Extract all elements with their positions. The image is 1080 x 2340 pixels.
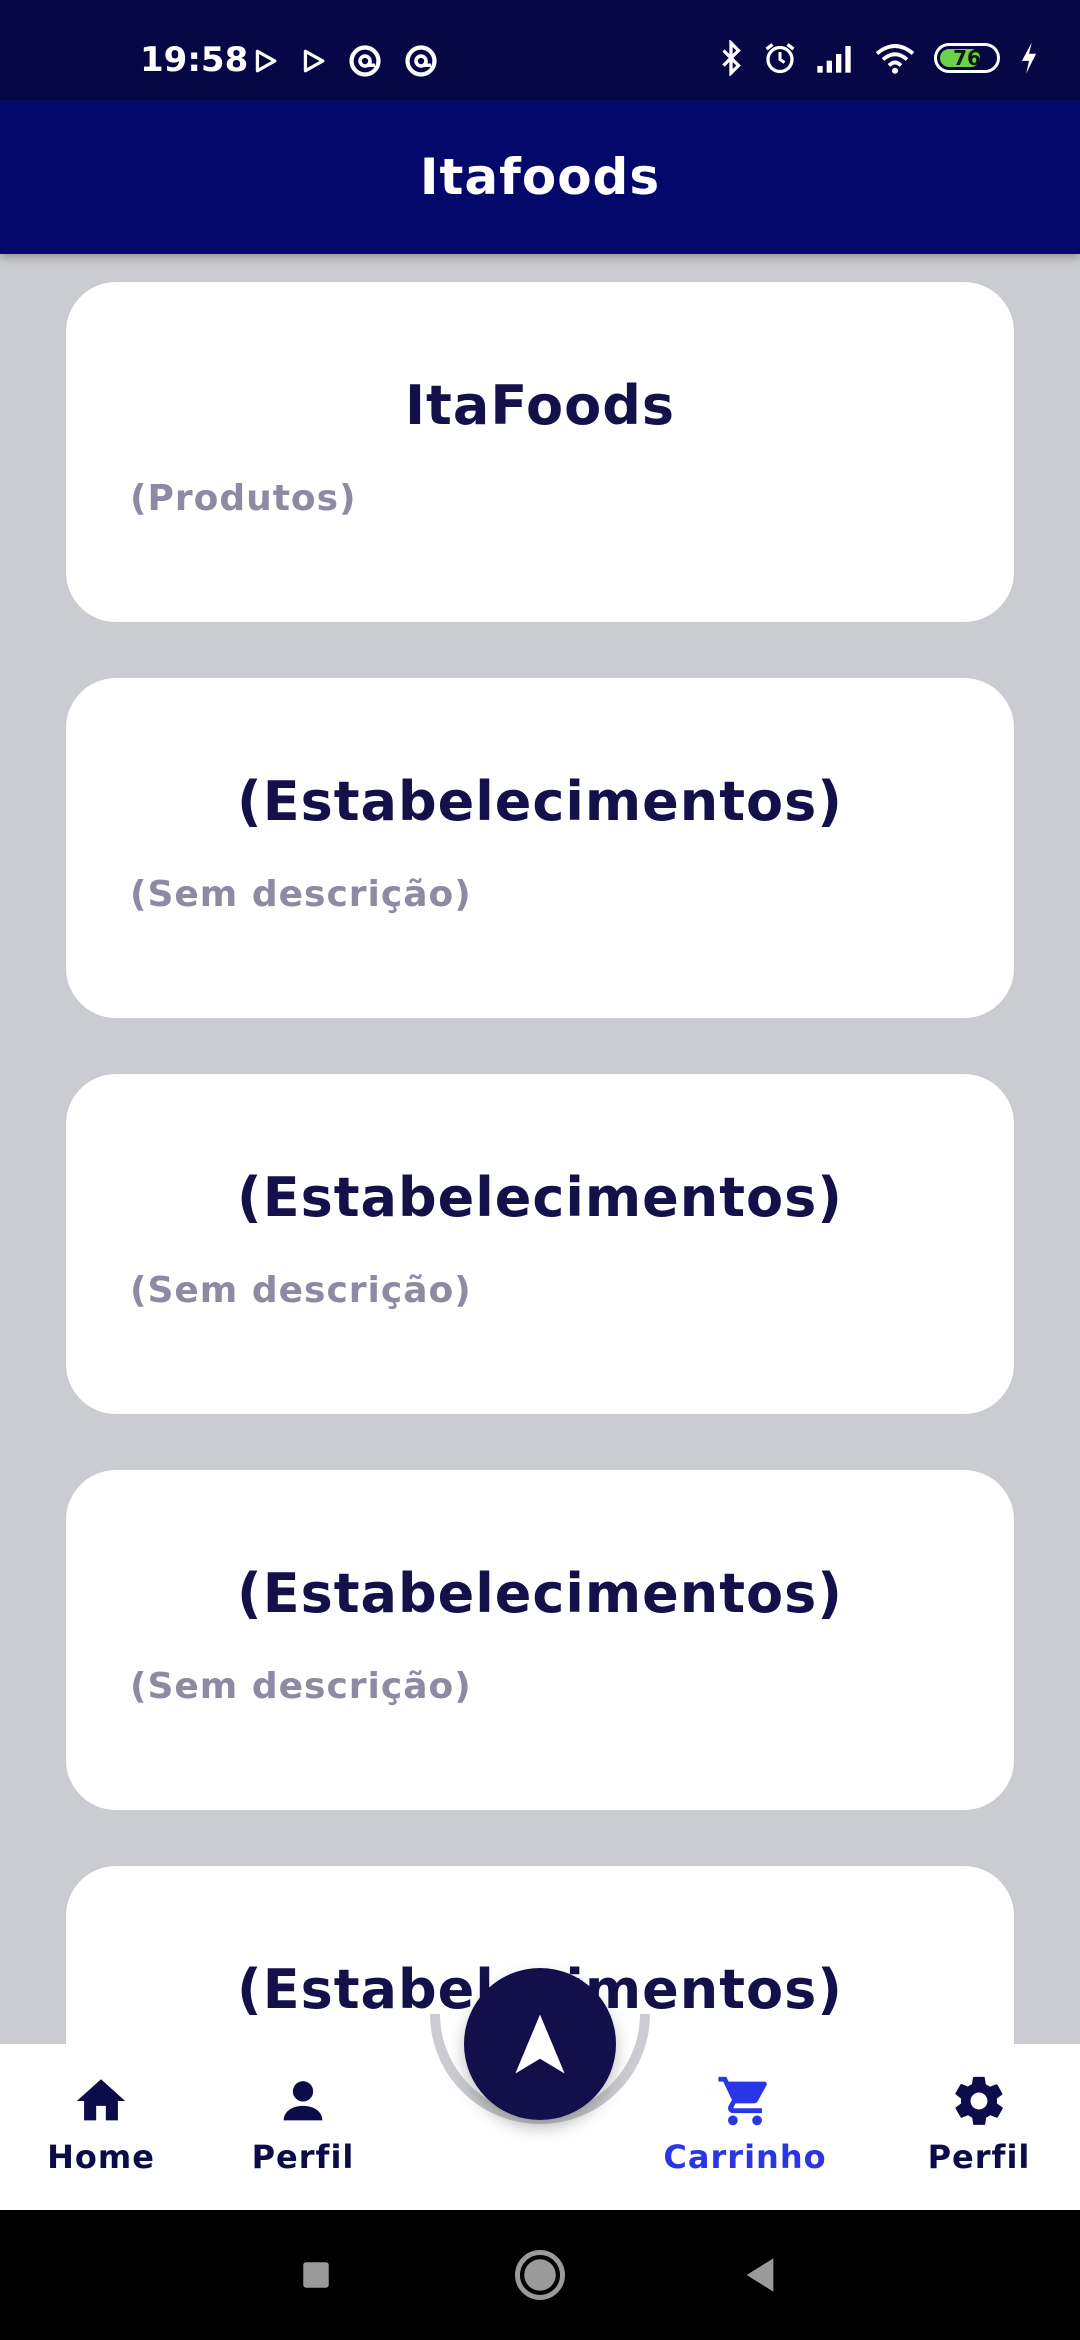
list-card[interactable]: ItaFoods (Produtos)	[66, 282, 1014, 622]
list-card[interactable]: (Estabelecimentos) (Sem descrição)	[66, 1074, 1014, 1414]
list-card[interactable]: (Estabelecimentos) (Sem descrição)	[66, 678, 1014, 1018]
cart-icon	[718, 2076, 767, 2126]
card-title: ItaFoods	[404, 374, 676, 437]
nav-label: Perfil	[251, 2138, 355, 2176]
nav-label: Home	[47, 2138, 155, 2176]
bluetooth-icon	[722, 40, 741, 76]
notification-icons	[252, 44, 438, 78]
back-button[interactable]	[700, 2210, 820, 2340]
gear-icon	[955, 2076, 1003, 2125]
list-card[interactable]: (Estabelecimentos) (Sem descrição)	[66, 1470, 1014, 1810]
status-time: 19:58	[140, 40, 249, 80]
recents-icon	[303, 2262, 329, 2288]
app-bar: Itafoods	[0, 100, 1080, 254]
card-subtitle: (Sem descrição)	[130, 874, 472, 915]
at-sign-icon	[405, 45, 437, 77]
nav-item-perfil[interactable]: Perfil	[213, 2072, 393, 2176]
nav-label: Perfil	[927, 2138, 1031, 2176]
card-subtitle: (Produtos)	[130, 478, 357, 519]
status-bar: 19:58 76	[0, 0, 1080, 100]
charging-icon	[1021, 42, 1037, 74]
card-subtitle: (Sem descrição)	[130, 1270, 472, 1311]
card-subtitle: (Sem descrição)	[130, 1666, 472, 1707]
back-icon	[746, 2258, 774, 2292]
navigation-arrow-icon	[515, 2014, 565, 2074]
alarm-icon	[765, 43, 795, 74]
nav-item-carrinho[interactable]: Carrinho	[655, 2072, 835, 2176]
home-icon	[76, 2079, 126, 2121]
signal-icon	[817, 46, 851, 73]
card-title: (Estabelecimentos)	[237, 1562, 843, 1625]
wifi-icon	[875, 44, 915, 74]
card-title: (Estabelecimentos)	[237, 770, 843, 833]
play-icon	[303, 49, 325, 73]
battery-icon: 76	[934, 43, 1000, 73]
system-navigation-bar	[0, 2210, 1080, 2340]
nav-item-settings-perfil[interactable]: Perfil	[889, 2072, 1069, 2176]
home-circle-icon	[515, 2250, 565, 2300]
app-title: Itafoods	[419, 148, 661, 206]
nav-item-home[interactable]: Home	[11, 2072, 191, 2176]
battery-level: 76	[953, 46, 981, 70]
card-title: (Estabelecimentos)	[237, 1166, 843, 1229]
system-status-icons: 76	[718, 40, 1040, 76]
recents-button[interactable]	[256, 2210, 376, 2340]
navigate-fab-button[interactable]	[464, 1968, 616, 2120]
play-icon	[255, 49, 277, 73]
establishment-list[interactable]: ItaFoods (Produtos) (Estabelecimentos) (…	[0, 254, 1080, 2044]
at-sign-icon	[349, 45, 381, 77]
nav-label: Carrinho	[663, 2138, 827, 2176]
home-system-button[interactable]	[480, 2210, 600, 2340]
person-icon	[283, 2081, 323, 2121]
